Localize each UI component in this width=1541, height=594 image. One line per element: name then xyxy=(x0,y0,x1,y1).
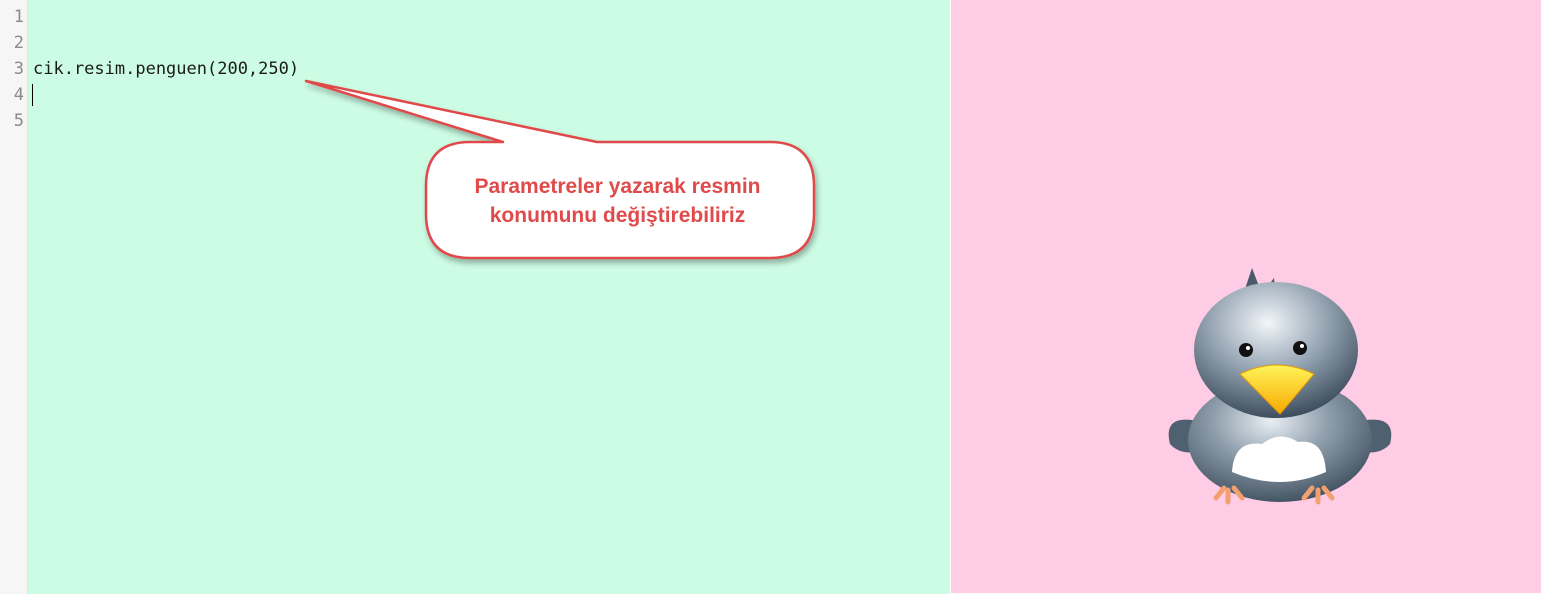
callout-line-2: konumunu değiştirebiliriz xyxy=(489,204,746,227)
bird-body xyxy=(1168,268,1392,505)
penguin-bird-icon xyxy=(1168,268,1392,505)
output-canvas[interactable] xyxy=(951,0,1541,593)
callout-bubble xyxy=(304,79,816,260)
callout-shape xyxy=(304,79,816,260)
callout-text: Parametreler yazarak resmin konumunu değ… xyxy=(430,172,805,230)
callout-line-1: Parametreler yazarak resmin xyxy=(474,175,761,198)
